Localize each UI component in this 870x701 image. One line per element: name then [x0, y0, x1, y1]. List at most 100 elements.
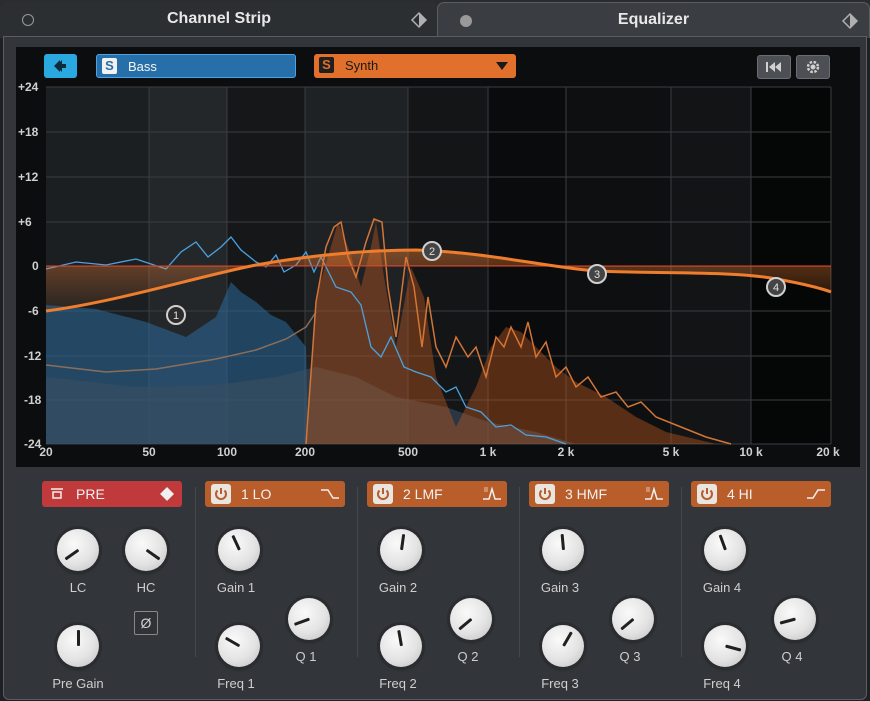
knob-indicator	[293, 617, 310, 626]
band-label: 2 LMF	[403, 486, 443, 502]
tab-equalizer[interactable]: Equalizer	[437, 2, 870, 38]
band-2-header[interactable]: 2 LMF II	[367, 481, 507, 507]
hc-knob[interactable]	[125, 529, 167, 571]
power-icon[interactable]	[535, 484, 555, 504]
knob-label: Gain 4	[702, 580, 742, 595]
svg-text:4: 4	[773, 282, 779, 294]
section-divider	[357, 487, 358, 657]
gain-1-knob[interactable]	[218, 529, 260, 571]
q-2-knob[interactable]	[450, 598, 492, 640]
track-name: Synth	[345, 58, 379, 73]
high-shelf-icon[interactable]	[805, 484, 827, 504]
low-shelf-icon[interactable]	[319, 484, 341, 504]
knob-indicator	[779, 617, 796, 625]
y-tick-label: 0	[32, 259, 39, 273]
knob-label: Q 2	[457, 649, 479, 664]
peak-filter-icon[interactable]: II	[481, 484, 503, 504]
eq-graph[interactable]: 1 2 3 4	[16, 47, 860, 467]
freq-4-knob[interactable]	[704, 625, 746, 667]
tab-channel-strip[interactable]: Channel Strip	[0, 2, 438, 38]
reset-button[interactable]	[757, 55, 791, 79]
knob-label: HC	[136, 580, 156, 595]
eq-node-3[interactable]: 3	[587, 264, 607, 284]
knob-indicator	[619, 617, 634, 631]
settings-button[interactable]	[796, 55, 830, 79]
gear-icon	[806, 60, 820, 74]
band-1-header[interactable]: 1 LO	[205, 481, 345, 507]
power-icon[interactable]	[373, 484, 393, 504]
y-tick-label: -18	[24, 393, 42, 407]
y-tick-label: -6	[28, 304, 39, 318]
tab-bar: Channel Strip Equalizer	[0, 0, 870, 38]
knob-label: Pre Gain	[52, 676, 104, 691]
power-icon[interactable]	[697, 484, 717, 504]
phase-invert-button[interactable]: Ø	[134, 611, 158, 635]
knob-label: Freq 1	[217, 676, 255, 691]
track-name: Bass	[128, 59, 157, 74]
reference-track-bass[interactable]: S Bass	[96, 54, 296, 78]
lc-knob[interactable]	[57, 529, 99, 571]
sync-arrows-icon	[54, 60, 66, 72]
knob-label: Q 1	[295, 649, 317, 664]
x-tick-label: 500	[397, 445, 419, 459]
gain-2-knob[interactable]	[380, 529, 422, 571]
knob-label: Freq 4	[703, 676, 741, 691]
gain-3-knob[interactable]	[542, 529, 584, 571]
knob-indicator	[145, 548, 160, 561]
section-divider	[195, 487, 196, 657]
tab-label: Equalizer	[617, 11, 690, 28]
knob-indicator	[224, 636, 240, 648]
pre-gain-knob[interactable]	[57, 625, 99, 667]
knob-label: Gain 1	[216, 580, 256, 595]
sync-button[interactable]	[44, 54, 77, 78]
band-4-header[interactable]: 4 HI	[691, 481, 831, 507]
link-diamond-icon[interactable]	[410, 11, 428, 29]
y-tick-label: +24	[18, 80, 39, 94]
knob-label: Gain 3	[540, 580, 580, 595]
equalizer-panel: 1 2 3 4 +24 +18 +12 +6 0 -6 -12 -18 -24 …	[3, 36, 867, 700]
gain-4-knob[interactable]	[704, 529, 746, 571]
band-label: 1 LO	[241, 486, 272, 502]
q-3-knob[interactable]	[612, 598, 654, 640]
knob-label: Freq 2	[379, 676, 417, 691]
dropdown-arrow-icon	[496, 62, 508, 70]
svg-text:1: 1	[173, 310, 179, 322]
tab-label: Channel Strip	[166, 10, 271, 27]
eq-display: 1 2 3 4 +24 +18 +12 +6 0 -6 -12 -18 -24 …	[16, 47, 860, 467]
knob-indicator	[457, 617, 472, 631]
reference-track-synth-dropdown[interactable]: S Synth	[314, 54, 516, 78]
eq-node-2[interactable]: 2	[422, 241, 442, 261]
x-tick-label: 2 k	[557, 445, 575, 459]
x-tick-label: 1 k	[479, 445, 497, 459]
eq-node-1[interactable]: 1	[166, 305, 186, 325]
q-1-knob[interactable]	[288, 598, 330, 640]
peak-filter-icon[interactable]: II	[643, 484, 665, 504]
x-tick-label: 20 k	[816, 445, 840, 459]
y-tick-label: -12	[24, 349, 42, 363]
knob-indicator	[399, 533, 405, 551]
knob-indicator	[64, 548, 79, 561]
knob-indicator	[76, 630, 80, 646]
y-tick-label: +6	[18, 215, 32, 229]
svg-text:II: II	[484, 487, 488, 494]
knob-label: Gain 2	[378, 580, 418, 595]
freq-1-knob[interactable]	[218, 625, 260, 667]
pre-section-header[interactable]: PRE	[42, 481, 182, 507]
freq-3-knob[interactable]	[542, 625, 584, 667]
x-tick-label: 200	[294, 445, 316, 459]
link-diamond-icon[interactable]	[841, 12, 859, 30]
band-3-header[interactable]: 3 HMF II	[529, 481, 669, 507]
knob-indicator	[724, 644, 741, 652]
svg-text:3: 3	[594, 269, 600, 281]
q-4-knob[interactable]	[774, 598, 816, 640]
freq-2-knob[interactable]	[380, 625, 422, 667]
knob-indicator	[396, 629, 403, 647]
eraser-icon[interactable]	[156, 484, 178, 504]
power-icon[interactable]	[211, 484, 231, 504]
x-tick-label: 5 k	[662, 445, 680, 459]
x-tick-label: 20	[39, 445, 53, 459]
knob-indicator	[560, 533, 565, 551]
x-tick-label: 50	[142, 445, 156, 459]
section-divider	[681, 487, 682, 657]
eq-node-4[interactable]: 4	[766, 277, 786, 297]
